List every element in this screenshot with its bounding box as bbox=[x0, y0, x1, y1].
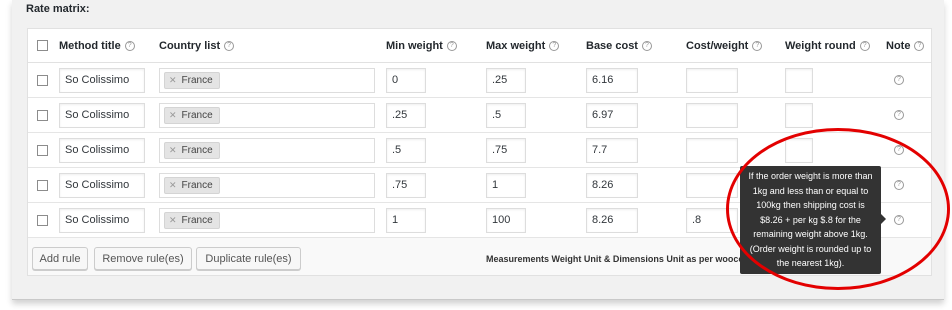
method-title-input[interactable]: So Colissimo bbox=[59, 207, 145, 233]
cost-weight-input[interactable] bbox=[686, 172, 738, 198]
weight-round-input[interactable] bbox=[785, 102, 813, 128]
min-weight-input[interactable]: .75 bbox=[386, 172, 426, 198]
min-weight-input[interactable]: .5 bbox=[386, 137, 426, 163]
header-method-title: Method title ? bbox=[59, 29, 135, 62]
cost-weight-input[interactable] bbox=[686, 137, 738, 163]
row-checkbox[interactable] bbox=[37, 179, 48, 191]
x-icon[interactable]: ✕ bbox=[169, 145, 177, 156]
section-title: Rate matrix: bbox=[26, 3, 90, 15]
base-cost-input[interactable]: 7.7 bbox=[586, 137, 638, 163]
base-cost-input[interactable]: 8.26 bbox=[586, 207, 638, 233]
table-row: So Colissimo ✕ France .25 .5 6.97 ? bbox=[28, 98, 931, 133]
question-circle-icon[interactable]: ? bbox=[894, 215, 904, 225]
header-base-cost: Base cost ? bbox=[586, 29, 652, 62]
question-circle-icon[interactable]: ? bbox=[224, 40, 235, 51]
header-label: Weight round bbox=[785, 39, 856, 52]
country-select[interactable]: ✕ France bbox=[159, 67, 375, 93]
cost-weight-input[interactable]: .8 bbox=[686, 207, 738, 233]
min-weight-input[interactable]: .25 bbox=[386, 102, 426, 128]
add-rule-button[interactable]: Add rule bbox=[32, 247, 88, 270]
x-icon[interactable]: ✕ bbox=[169, 215, 177, 226]
row-checkbox[interactable] bbox=[37, 144, 48, 156]
country-chip-label: France bbox=[181, 109, 213, 121]
header-min-weight: Min weight ? bbox=[386, 29, 457, 62]
country-select[interactable]: ✕ France bbox=[159, 102, 375, 128]
country-chip: ✕ France bbox=[164, 106, 220, 124]
x-icon[interactable]: ✕ bbox=[169, 75, 177, 86]
header-cost-weight: Cost/weight ? bbox=[686, 29, 763, 62]
max-weight-input[interactable]: .5 bbox=[486, 102, 526, 128]
method-title-input[interactable]: So Colissimo bbox=[59, 137, 145, 163]
question-circle-icon[interactable]: ? bbox=[124, 40, 135, 51]
header-label: Method title bbox=[59, 39, 121, 52]
country-chip: ✕ France bbox=[164, 211, 220, 229]
note-tooltip: If the order weight is more than 1kg and… bbox=[740, 166, 886, 274]
duplicate-rules-button[interactable]: Duplicate rule(es) bbox=[196, 247, 301, 270]
country-select[interactable]: ✕ France bbox=[159, 207, 375, 233]
select-all-cell bbox=[37, 29, 48, 62]
max-weight-input[interactable]: 1 bbox=[486, 172, 526, 198]
header-label: Max weight bbox=[486, 39, 546, 52]
row-checkbox[interactable] bbox=[37, 74, 48, 86]
remove-rules-button[interactable]: Remove rule(es) bbox=[94, 247, 192, 270]
table-header: Method title ? Country list ? Min weight… bbox=[28, 29, 931, 63]
max-weight-input[interactable]: .75 bbox=[486, 137, 526, 163]
measurements-note: Measurements Weight Unit & Dimensions Un… bbox=[486, 253, 756, 264]
question-circle-icon[interactable]: ? bbox=[446, 40, 457, 51]
row-checkbox[interactable] bbox=[37, 109, 48, 121]
header-max-weight: Max weight ? bbox=[486, 29, 560, 62]
weight-round-input[interactable] bbox=[785, 137, 813, 163]
base-cost-input[interactable]: 6.16 bbox=[586, 67, 638, 93]
row-checkbox[interactable] bbox=[37, 214, 48, 226]
country-select[interactable]: ✕ France bbox=[159, 172, 375, 198]
cost-weight-input[interactable] bbox=[686, 102, 738, 128]
min-weight-input[interactable]: 1 bbox=[386, 207, 426, 233]
header-label: Min weight bbox=[386, 39, 443, 52]
header-label: Note bbox=[886, 39, 911, 52]
header-label: Cost/weight bbox=[686, 39, 749, 52]
country-chip: ✕ France bbox=[164, 176, 220, 194]
max-weight-input[interactable]: .25 bbox=[486, 67, 526, 93]
base-cost-input[interactable]: 8.26 bbox=[586, 172, 638, 198]
method-title-input[interactable]: So Colissimo bbox=[59, 172, 145, 198]
question-circle-icon[interactable]: ? bbox=[894, 110, 904, 120]
table-row: So Colissimo ✕ France .5 .75 7.7 ? bbox=[28, 133, 931, 168]
max-weight-input[interactable]: 100 bbox=[486, 207, 526, 233]
cost-weight-input[interactable] bbox=[686, 67, 738, 93]
question-circle-icon[interactable]: ? bbox=[549, 40, 560, 51]
question-circle-icon[interactable]: ? bbox=[859, 40, 870, 51]
header-note: Note ? bbox=[886, 29, 925, 62]
country-chip-label: France bbox=[181, 179, 213, 191]
country-chip: ✕ France bbox=[164, 71, 220, 89]
table-row: So Colissimo ✕ France 0 .25 6.16 ? bbox=[28, 63, 931, 98]
select-all-checkbox[interactable] bbox=[37, 40, 48, 51]
weight-round-input[interactable] bbox=[785, 67, 813, 93]
country-chip-label: France bbox=[181, 214, 213, 226]
question-circle-icon[interactable]: ? bbox=[641, 40, 652, 51]
question-circle-icon[interactable]: ? bbox=[914, 40, 925, 51]
x-icon[interactable]: ✕ bbox=[169, 110, 177, 121]
header-label: Country list bbox=[159, 39, 221, 52]
country-chip-label: France bbox=[181, 74, 213, 86]
country-chip: ✕ France bbox=[164, 141, 220, 159]
method-title-input[interactable]: So Colissimo bbox=[59, 67, 145, 93]
country-chip-label: France bbox=[181, 144, 213, 156]
min-weight-input[interactable]: 0 bbox=[386, 67, 426, 93]
x-icon[interactable]: ✕ bbox=[169, 180, 177, 191]
header-label: Base cost bbox=[586, 39, 638, 52]
country-select[interactable]: ✕ France bbox=[159, 137, 375, 163]
question-circle-icon[interactable]: ? bbox=[894, 180, 904, 190]
method-title-input[interactable]: So Colissimo bbox=[59, 102, 145, 128]
base-cost-input[interactable]: 6.97 bbox=[586, 102, 638, 128]
header-country-list: Country list ? bbox=[159, 29, 235, 62]
question-circle-icon[interactable]: ? bbox=[894, 145, 904, 155]
question-circle-icon[interactable]: ? bbox=[894, 75, 904, 85]
question-circle-icon[interactable]: ? bbox=[752, 40, 763, 51]
header-weight-round: Weight round ? bbox=[785, 29, 870, 62]
